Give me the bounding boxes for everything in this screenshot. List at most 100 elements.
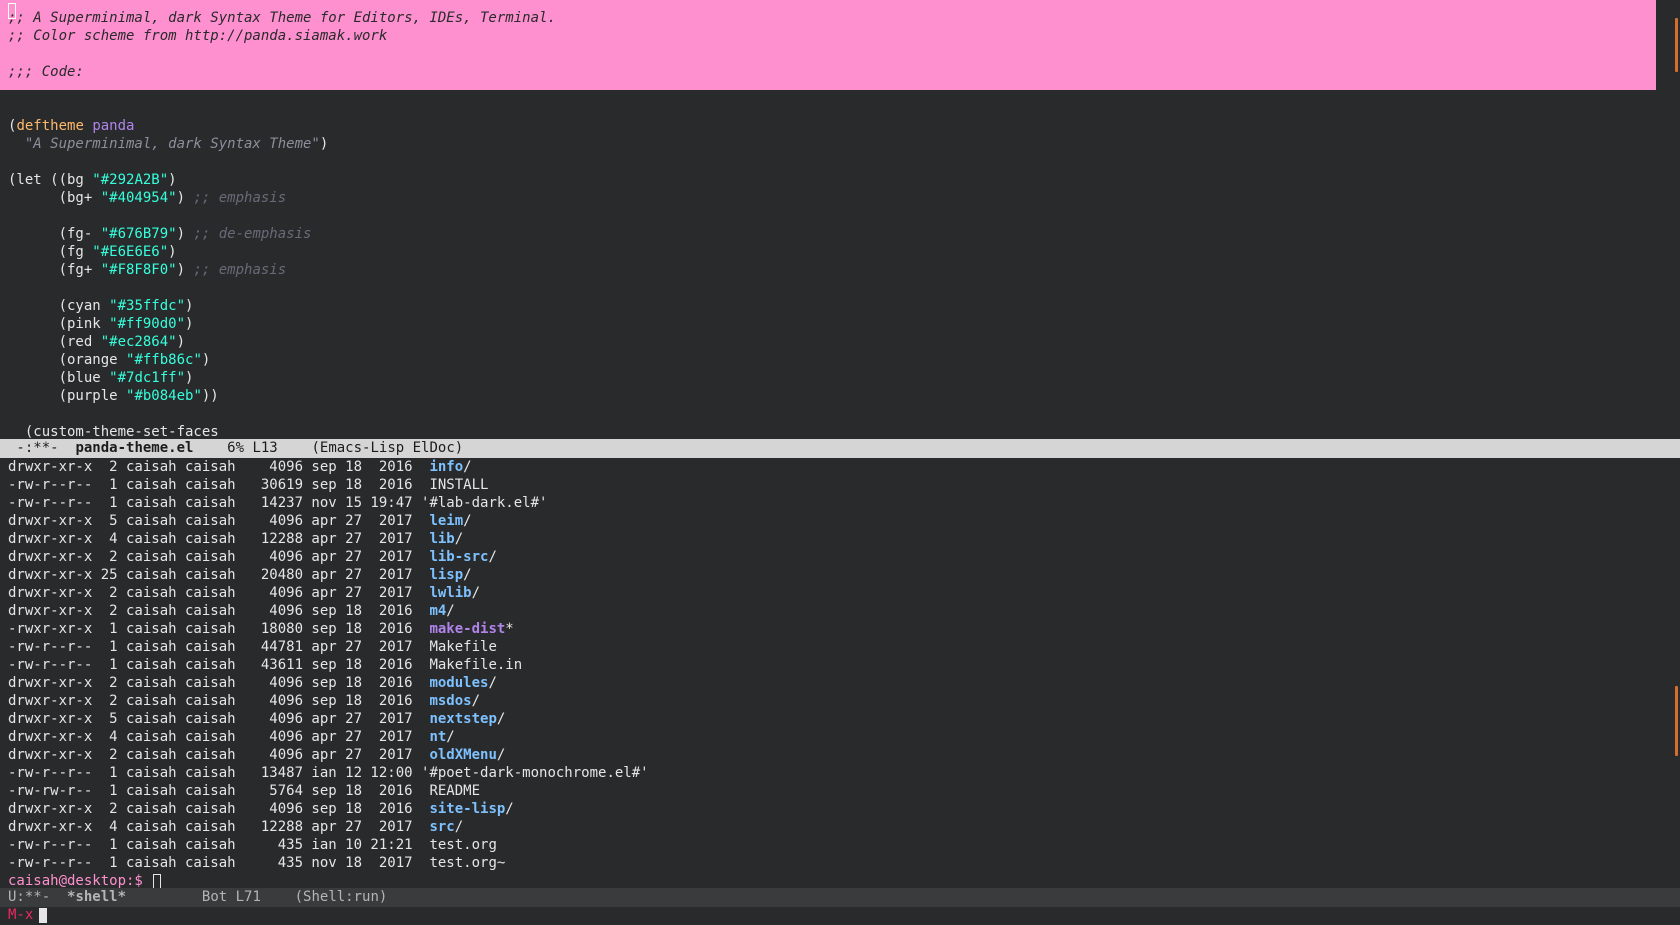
directory-name[interactable]: oldXMenu: [429, 747, 496, 763]
string: "#676B79": [100, 226, 177, 242]
paren: ): [185, 316, 194, 332]
major-mode[interactable]: (Shell:run): [295, 889, 388, 905]
paren: ): [201, 352, 211, 368]
listing-row: -rw-r--r-- 1 caisah caisah 43611 sep 18 …: [0, 656, 1680, 674]
shell-prompt-line[interactable]: caisah@desktop:$: [0, 872, 1680, 888]
listing-row: drwxr-xr-x 2 caisah caisah 4096 sep 18 2…: [0, 674, 1680, 692]
minibuffer-prompt: M-x: [8, 907, 34, 923]
code-line: (fg "#E6E6E6"): [0, 243, 1656, 261]
string: "#b084eb": [126, 388, 202, 404]
listing-row: drwxr-xr-x 5 caisah caisah 4096 apr 27 2…: [0, 710, 1680, 728]
listing-row: drwxr-xr-x 25 caisah caisah 20480 apr 27…: [0, 566, 1680, 584]
comment: ;; de-emphasis: [193, 226, 312, 242]
code-line: (bg+ "#404954") ;; emphasis: [0, 189, 1656, 207]
file-name[interactable]: '#lab-dark.el#': [421, 495, 547, 511]
directory-name[interactable]: lwlib: [429, 585, 471, 601]
file-name[interactable]: '#poet-dark-monochrome.el#': [421, 765, 649, 781]
file-name[interactable]: Makefile: [429, 639, 496, 655]
file-suffix: /: [463, 513, 472, 529]
binding: (blue: [8, 370, 110, 386]
file-suffix: *: [505, 621, 514, 637]
major-mode[interactable]: (Emacs-Lisp ElDoc): [311, 440, 463, 456]
file-metadata: drwxr-xr-x 4 caisah caisah 12288 apr 27 …: [8, 531, 430, 547]
file-metadata: -rw-r--r-- 1 caisah caisah 14237 nov 15 …: [8, 495, 422, 511]
shell-window[interactable]: drwxr-xr-x 2 caisah caisah 4096 sep 18 2…: [0, 458, 1680, 888]
string: "#ffb86c": [126, 352, 202, 368]
editor-buffer-text[interactable]: ;; A Superminimal, dark Syntax Theme for…: [0, 9, 1656, 439]
buffer-name[interactable]: panda-theme.el: [75, 440, 193, 456]
listing-row: drwxr-xr-x 2 caisah caisah 4096 sep 18 2…: [0, 692, 1680, 710]
buffer-state: -:**-: [8, 440, 76, 456]
file-metadata: -rw-r--r-- 1 caisah caisah 44781 apr 27 …: [8, 639, 430, 655]
file-name[interactable]: README: [429, 783, 480, 799]
listing-row: drwxr-xr-x 4 caisah caisah 4096 apr 27 2…: [0, 728, 1680, 746]
binding: (purple: [8, 388, 127, 404]
paren: ): [176, 334, 186, 350]
emacs-frame: ;; A Superminimal, dark Syntax Theme for…: [0, 0, 1680, 925]
buffer-name[interactable]: *shell*: [67, 889, 126, 905]
code-line: (red "#ec2864"): [0, 333, 1656, 351]
listing-row: drwxr-xr-x 2 caisah caisah 4096 sep 18 2…: [0, 458, 1680, 476]
file-metadata: drwxr-xr-x 25 caisah caisah 20480 apr 27…: [8, 567, 430, 583]
listing-row: drwxr-xr-x 2 caisah caisah 4096 sep 18 2…: [0, 800, 1680, 818]
code-line: ;;; Code:: [0, 63, 1656, 81]
directory-name[interactable]: lib: [429, 531, 454, 547]
editor-window[interactable]: ;; A Superminimal, dark Syntax Theme for…: [0, 0, 1680, 439]
string: "#35ffdc": [109, 298, 186, 314]
directory-name[interactable]: lib-src: [429, 549, 488, 565]
directory-name[interactable]: m4: [429, 603, 446, 619]
paren: )): [201, 388, 219, 404]
listing-row: -rw-r--r-- 1 caisah caisah 13487 ian 12 …: [0, 764, 1680, 782]
directory-name[interactable]: lisp: [429, 567, 463, 583]
comment: ;; Color scheme from http://panda.siamak…: [8, 28, 388, 44]
comment: ;; emphasis: [193, 262, 287, 278]
file-metadata: drwxr-xr-x 2 caisah caisah 4096 apr 27 2…: [8, 585, 430, 601]
string: "#E6E6E6": [92, 244, 169, 260]
directory-name[interactable]: site-lisp: [429, 801, 505, 817]
file-name[interactable]: Makefile.in: [429, 657, 522, 673]
theme-name: panda: [92, 118, 135, 134]
comment: ;; A Superminimal, dark Syntax Theme for…: [8, 10, 556, 26]
listing-row: drwxr-xr-x 2 caisah caisah 4096 sep 18 2…: [0, 602, 1680, 620]
file-name[interactable]: INSTALL: [429, 477, 488, 493]
file-suffix: /: [454, 819, 464, 835]
file-metadata: -rw-r--r-- 1 caisah caisah 435 nov 18 20…: [8, 855, 430, 871]
minibuffer[interactable]: M-x: [0, 906, 1680, 925]
code-line: (orange "#ffb86c"): [0, 351, 1656, 369]
file-metadata: drwxr-xr-x 4 caisah caisah 12288 apr 27 …: [8, 819, 430, 835]
file-metadata: drwxr-xr-x 2 caisah caisah 4096 apr 27 2…: [8, 549, 430, 565]
shell-scroll-thumb[interactable]: [1675, 686, 1678, 756]
shell-scrollbar[interactable]: [1656, 458, 1680, 888]
string: "#292A2B": [92, 172, 169, 188]
listing-row: -rw-r--r-- 1 caisah caisah 30619 sep 18 …: [0, 476, 1680, 494]
directory-name[interactable]: nextstep: [429, 711, 496, 727]
code-line: (blue "#7dc1ff"): [0, 369, 1656, 387]
code-line: (purple "#b084eb")): [0, 387, 1656, 405]
directory-name[interactable]: modules: [429, 675, 488, 691]
directory-name[interactable]: info: [429, 459, 463, 475]
directory-name[interactable]: msdos: [429, 693, 471, 709]
file-suffix: /: [454, 531, 464, 547]
mode-line-shell[interactable]: U:**- *shell* Bot L71 (Shell:run): [0, 888, 1680, 907]
file-suffix: /: [471, 693, 481, 709]
file-name[interactable]: test.org~: [429, 855, 505, 871]
listing-row: drwxr-xr-x 5 caisah caisah 4096 apr 27 2…: [0, 512, 1680, 530]
file-suffix: /: [463, 459, 472, 475]
directory-name[interactable]: nt: [429, 729, 446, 745]
file-metadata: -rw-r--r-- 1 caisah caisah 13487 ian 12 …: [8, 765, 422, 781]
directory-name[interactable]: src: [429, 819, 454, 835]
file-suffix: /: [446, 603, 455, 619]
binding: (orange: [8, 352, 127, 368]
editor-scrollbar[interactable]: [1656, 0, 1680, 439]
mode-line-editor[interactable]: -:**- panda-theme.el 6% L13 (Emacs-Lisp …: [0, 439, 1680, 458]
file-name[interactable]: make-dist: [429, 621, 505, 637]
editor-scroll-thumb[interactable]: [1675, 18, 1678, 72]
listing-row: -rw-r--r-- 1 caisah caisah 44781 apr 27 …: [0, 638, 1680, 656]
file-metadata: drwxr-xr-x 2 caisah caisah 4096 sep 18 2…: [8, 693, 430, 709]
listing-row: -rw-r--r-- 1 caisah caisah 14237 nov 15 …: [0, 494, 1680, 512]
file-name[interactable]: test.org: [429, 837, 496, 853]
directory-name[interactable]: leim: [429, 513, 463, 529]
binding: (cyan: [8, 298, 110, 314]
